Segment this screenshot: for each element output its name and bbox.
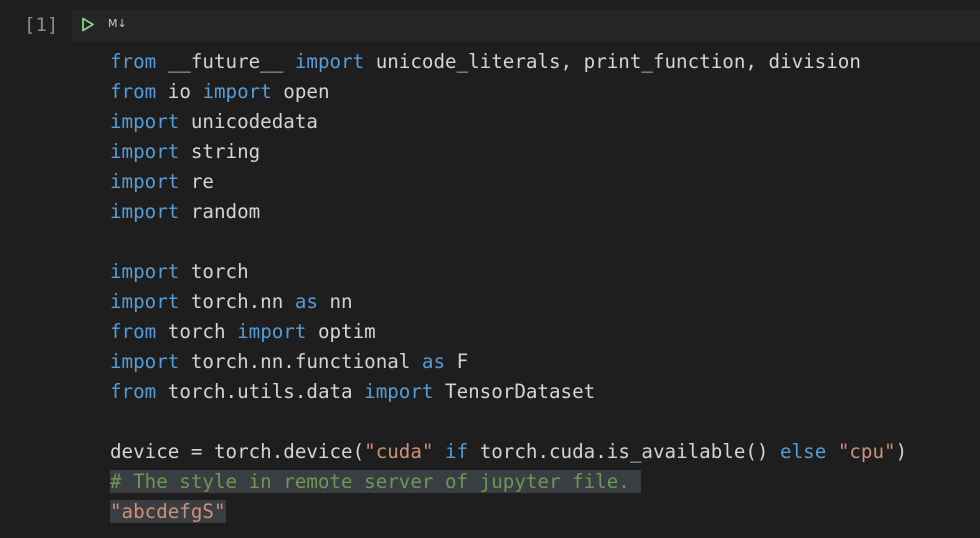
code-editor[interactable]: from __future__ import unicode_literals,… xyxy=(110,47,907,527)
code-token: re xyxy=(179,170,214,193)
code-line: "abcdefgS" xyxy=(110,497,907,527)
code-line: import torch.nn as nn xyxy=(110,287,907,317)
keyword-token: import xyxy=(202,80,272,103)
code-token: unicode_literals, print_function, divisi… xyxy=(364,50,861,73)
selected-text: "abcdefgS" xyxy=(110,500,226,523)
code-text: from __future__ import unicode_literals,… xyxy=(110,50,861,73)
code-text: import torch.nn as nn xyxy=(110,290,353,313)
keyword-token: as xyxy=(294,290,318,313)
code-line: # The style in remote server of jupyter … xyxy=(110,467,907,497)
keyword-token: as xyxy=(421,350,446,373)
execution-count: [1] xyxy=(24,14,59,36)
code-token: string xyxy=(179,140,261,163)
code-text: device = torch.device("cuda" if torch.cu… xyxy=(110,440,907,463)
code-token: torch.cuda.is_available() xyxy=(468,440,781,463)
keyword-token: import xyxy=(110,140,180,163)
code-text: import string xyxy=(110,140,260,163)
code-line: import unicodedata xyxy=(110,107,907,137)
string-token: "cuda" xyxy=(364,440,434,463)
selected-text: # The style in remote server of jupyter … xyxy=(110,470,642,493)
keyword-token: from xyxy=(110,320,157,343)
code-text: import re xyxy=(110,170,214,193)
keyword-token: import xyxy=(294,50,365,73)
code-text: import torch.nn.functional as F xyxy=(110,350,468,373)
code-line: device = torch.device("cuda" if torch.cu… xyxy=(110,437,907,467)
code-token: torch xyxy=(156,320,238,343)
code-token: ) xyxy=(895,440,908,463)
code-token: io xyxy=(156,80,203,103)
keyword-token: import xyxy=(237,320,307,343)
keyword-token: import xyxy=(110,290,180,313)
code-token: TensorDataset xyxy=(433,380,596,403)
code-line: import torch.nn.functional as F xyxy=(110,347,907,377)
notebook-code-cell[interactable]: [1] M↓ from __future__ import unicode_li… xyxy=(0,0,980,538)
code-text: from io import open xyxy=(110,80,330,103)
code-token: torch.nn.functional xyxy=(179,350,422,373)
code-token: random xyxy=(179,200,261,223)
code-token: torch xyxy=(179,260,249,283)
code-token: device = torch.device( xyxy=(110,440,365,463)
keyword-token: else xyxy=(780,440,827,463)
keyword-token: import xyxy=(364,380,434,403)
code-token: torch.utils.data xyxy=(156,380,365,403)
code-line: from torch.utils.data import TensorDatas… xyxy=(110,377,907,407)
code-line: import torch xyxy=(110,257,907,287)
string-token: "abcdefgS" xyxy=(110,500,226,523)
code-line: from io import open xyxy=(110,77,907,107)
code-text: import random xyxy=(110,200,260,223)
code-line: import random xyxy=(110,197,907,227)
keyword-token: import xyxy=(110,260,180,283)
keyword-token: from xyxy=(110,380,157,403)
code-line: import string xyxy=(110,137,907,167)
code-token: nn xyxy=(317,290,353,313)
code-text: from torch.utils.data import TensorDatas… xyxy=(110,380,595,403)
code-token: F xyxy=(445,350,469,373)
string-token: "cpu" xyxy=(837,440,896,463)
play-icon[interactable] xyxy=(81,17,95,32)
keyword-token: import xyxy=(110,200,180,223)
code-text: from torch import optim xyxy=(110,320,376,343)
code-line: from torch import optim xyxy=(110,317,907,347)
code-text: import unicodedata xyxy=(110,110,318,133)
code-token: open xyxy=(271,80,330,103)
keyword-token: from xyxy=(110,50,157,73)
keyword-token: if xyxy=(445,440,469,463)
code-line: from __future__ import unicode_literals,… xyxy=(110,47,907,77)
cell-toolbar xyxy=(72,9,980,41)
keyword-token: import xyxy=(110,170,180,193)
code-token: torch.nn xyxy=(179,290,295,313)
code-token: unicodedata xyxy=(179,110,318,133)
keyword-token: import xyxy=(110,110,180,133)
keyword-token: import xyxy=(110,350,180,373)
keyword-token: from xyxy=(110,80,157,103)
code-line: import re xyxy=(110,167,907,197)
code-token: __future__ xyxy=(156,50,295,73)
code-token: optim xyxy=(306,320,376,343)
markdown-toggle-button[interactable]: M↓ xyxy=(108,16,127,32)
code-text: import torch xyxy=(110,260,249,283)
comment-token: # The style in remote server of jupyter … xyxy=(110,470,642,493)
